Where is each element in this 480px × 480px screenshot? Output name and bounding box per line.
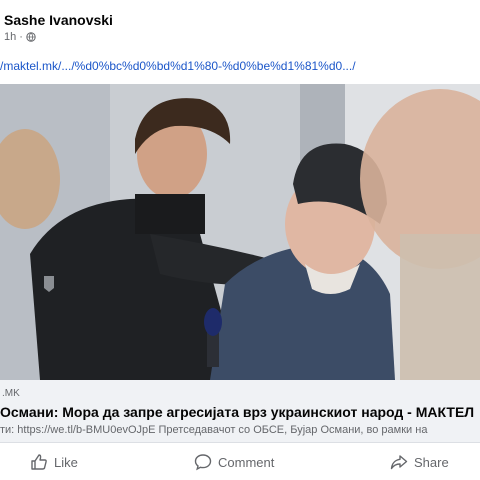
share-label: Share bbox=[414, 454, 449, 470]
comment-button[interactable]: Comment bbox=[194, 453, 274, 471]
like-button[interactable]: Like bbox=[30, 453, 78, 471]
globe-icon[interactable] bbox=[26, 32, 36, 42]
post-meta: 1h · bbox=[4, 31, 113, 43]
thumbs-up-icon bbox=[31, 454, 47, 470]
feed-post: Sashe Ivanovski 1h · /maktel.mk/.../%d0%… bbox=[0, 0, 480, 480]
like-label: Like bbox=[54, 454, 78, 470]
comment-icon bbox=[194, 454, 212, 471]
link-preview[interactable]: .MK Османи: Мора да запре агресијата врз… bbox=[0, 380, 480, 443]
preview-domain: .MK bbox=[2, 388, 20, 399]
post-link[interactable]: /maktel.mk/.../%d0%bc%d0%bd%d1%80-%d0%be… bbox=[0, 59, 356, 73]
photo-illustration bbox=[0, 84, 480, 380]
post-time[interactable]: 1h bbox=[4, 31, 16, 43]
share-button[interactable]: Share bbox=[390, 453, 449, 471]
post-actions: Like Comment Share bbox=[0, 443, 480, 480]
share-icon bbox=[390, 455, 408, 470]
link-preview-image[interactable] bbox=[0, 84, 480, 380]
post-header: Sashe Ivanovski 1h · bbox=[4, 12, 113, 43]
comment-label: Comment bbox=[218, 454, 275, 470]
author-name[interactable]: Sashe Ivanovski bbox=[4, 12, 113, 28]
meta-separator: · bbox=[19, 31, 23, 43]
preview-description: ти: https://we.tl/b-BMU0evOJpE Претседав… bbox=[0, 424, 428, 436]
preview-title[interactable]: Османи: Мора да запре агресијата врз укр… bbox=[0, 404, 474, 420]
